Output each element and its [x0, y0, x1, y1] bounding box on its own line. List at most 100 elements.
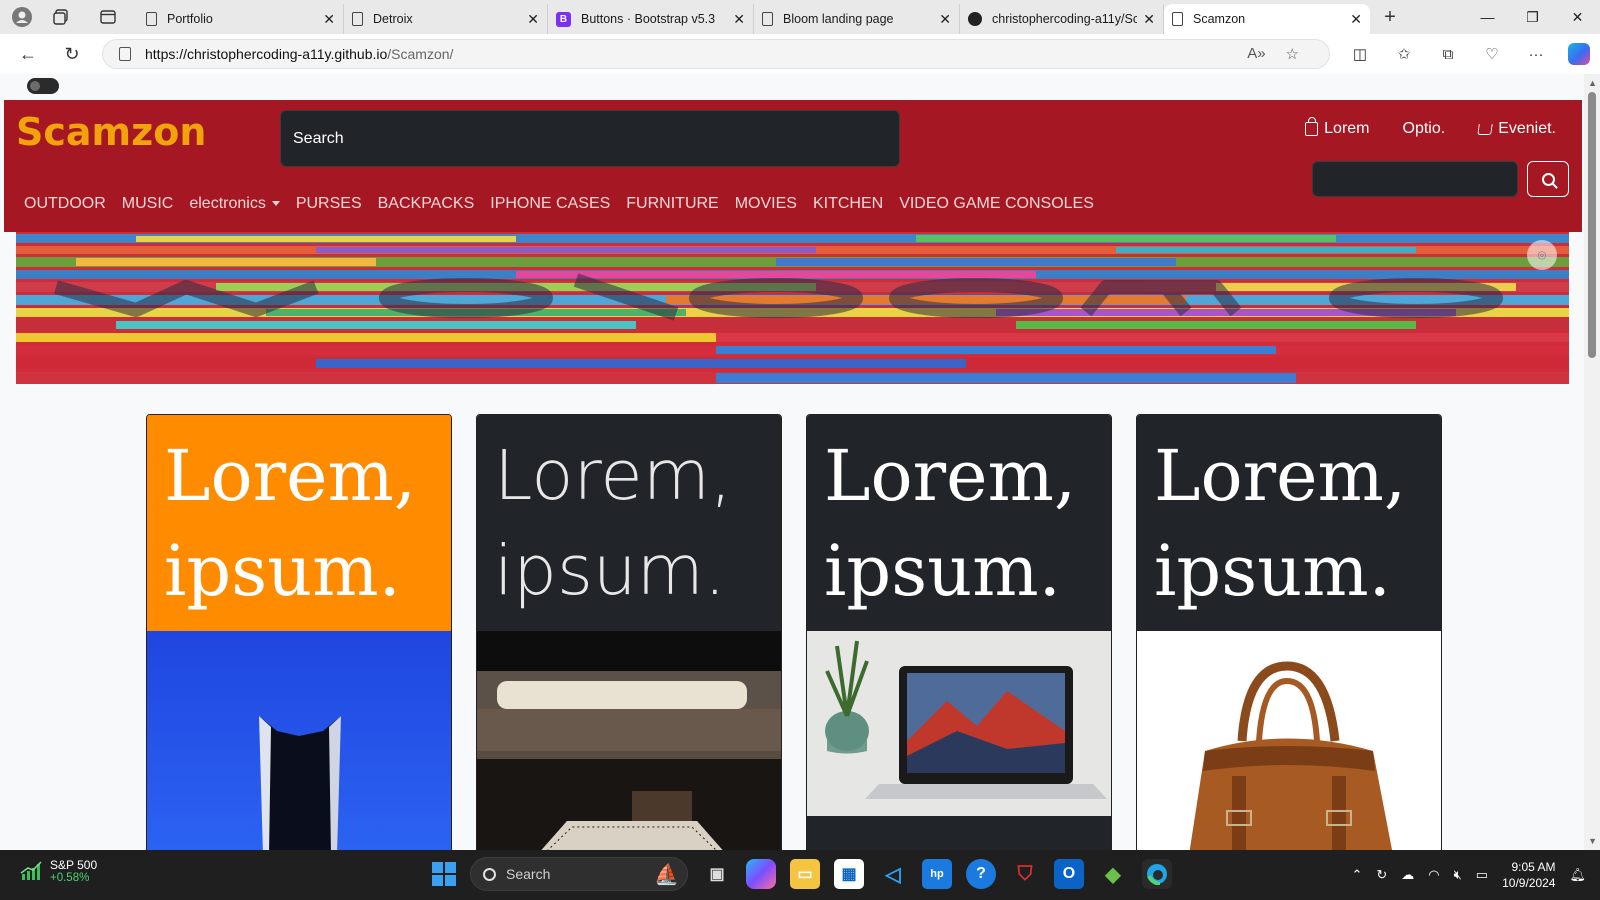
tab-actions-icon[interactable]: [78, 0, 138, 34]
site-logo[interactable]: Scamzon: [16, 110, 206, 154]
card-header: Lorem, ipsum.: [1137, 415, 1441, 631]
mcafee-icon[interactable]: ⛉: [1010, 859, 1040, 889]
volume-muted-icon[interactable]: 🔇︎: [1454, 867, 1462, 883]
task-view-icon[interactable]: ▣: [702, 859, 732, 889]
page-icon: [762, 12, 773, 26]
tab-github-repo[interactable]: christophercoding-a11y/Sca ✕: [960, 4, 1164, 34]
onedrive-icon[interactable]: ☁: [1401, 867, 1414, 883]
lock-icon[interactable]: [119, 47, 131, 61]
workspaces-icon[interactable]: [44, 0, 78, 34]
top-nav: Lorem Optio. Eveniet.: [1305, 117, 1556, 138]
bootstrap-icon: B: [556, 11, 571, 27]
category-kitchen[interactable]: KITCHEN: [813, 195, 883, 213]
product-card[interactable]: Lorem, ipsum.: [476, 414, 782, 850]
tab-title: Buttons · Bootstrap v5.3: [581, 12, 716, 26]
wifi-icon[interactable]: ◠: [1428, 867, 1439, 883]
tab-detroix[interactable]: Detroix ✕: [344, 4, 548, 34]
help-icon[interactable]: ?: [966, 859, 996, 889]
close-tab-icon[interactable]: ✕: [527, 11, 539, 28]
tab-scamzon[interactable]: Scamzon ✕: [1164, 4, 1370, 34]
scroll-down-icon[interactable]: ▼: [1588, 836, 1597, 846]
close-window-icon[interactable]: ✕: [1555, 0, 1600, 34]
close-tab-icon[interactable]: ✕: [323, 11, 335, 28]
scrollbar-thumb[interactable]: [1588, 92, 1596, 358]
favorite-star-icon[interactable]: ☆: [1286, 45, 1299, 63]
restore-icon[interactable]: ❐: [1510, 0, 1555, 34]
windows-taskbar: S&P 500 +0.58% Search ⛵ ▣ ▭ ▦ ◁ hp ? ⛉ O…: [0, 850, 1600, 900]
category-furniture[interactable]: FURNITURE: [626, 195, 718, 213]
microsoft-store-icon[interactable]: ▦: [834, 859, 864, 889]
nav-search-input[interactable]: [1312, 161, 1518, 197]
close-tab-icon[interactable]: ✕: [939, 11, 951, 28]
address-bar[interactable]: https://christophercoding-a11y.github.io…: [102, 39, 1330, 69]
tab-bootstrap-buttons[interactable]: B Buttons · Bootstrap v5.3 ✕: [548, 4, 754, 34]
back-icon[interactable]: ←: [6, 34, 50, 74]
card-title-line1: Lorem,: [824, 435, 1077, 517]
split-screen-icon[interactable]: ◫: [1348, 45, 1372, 63]
category-backpacks[interactable]: BACKPACKS: [378, 195, 475, 213]
edge-icon[interactable]: [1142, 859, 1172, 889]
tab-portfolio[interactable]: Portfolio ✕: [138, 4, 344, 34]
close-tab-icon[interactable]: ✕: [1143, 11, 1155, 28]
top-link-eveniet[interactable]: Eveniet.: [1477, 120, 1556, 138]
collections-icon[interactable]: ⧉: [1436, 46, 1460, 63]
search-button[interactable]: [1527, 161, 1569, 197]
welcome-banner-image: [16, 232, 1569, 384]
card-title-line1: Lorem,: [494, 436, 732, 516]
category-music[interactable]: MUSIC: [122, 195, 174, 213]
close-tab-icon[interactable]: ✕: [733, 11, 745, 28]
tab-bloom-landing[interactable]: Bloom landing page ✕: [754, 4, 960, 34]
category-electronics-dropdown[interactable]: electronics: [189, 195, 280, 213]
battery-icon[interactable]: ▭: [1476, 867, 1488, 883]
main-search-input[interactable]: Search: [280, 110, 900, 167]
browser-toolbar: ◫ ✩ ⧉ ♡ ···: [1348, 34, 1590, 74]
clock[interactable]: 9:05 AM 10/9/2024: [1502, 859, 1555, 891]
card-header: Lorem, ipsum.: [807, 415, 1111, 631]
close-tab-icon[interactable]: ✕: [1350, 11, 1362, 28]
refresh-icon[interactable]: ↻: [50, 34, 94, 74]
hp-app-icon[interactable]: hp: [922, 859, 952, 889]
favorites-icon[interactable]: ✩: [1392, 45, 1416, 63]
read-aloud-icon[interactable]: A»: [1247, 45, 1265, 63]
theme-toggle-switch[interactable]: [27, 78, 59, 94]
product-card[interactable]: Lorem, ipsum.: [1136, 414, 1442, 850]
category-purses[interactable]: PURSES: [296, 195, 362, 213]
more-options-icon[interactable]: ···: [1524, 46, 1548, 63]
product-card[interactable]: Lorem, ipsum.: [806, 414, 1112, 850]
category-outdoor[interactable]: OUTDOOR: [24, 195, 106, 213]
stock-widget[interactable]: S&P 500 +0.58%: [20, 858, 97, 884]
copilot-icon[interactable]: [1568, 43, 1590, 65]
category-nav: OUTDOOR MUSIC electronics PURSES BACKPAC…: [24, 195, 1094, 213]
clock-time: 9:05 AM: [1511, 860, 1556, 874]
scroll-up-icon[interactable]: ▲: [1588, 78, 1597, 88]
chevron-down-icon: [271, 201, 280, 207]
file-explorer-icon[interactable]: ▭: [790, 859, 820, 889]
category-video-game-consoles[interactable]: VIDEO GAME CONSOLES: [899, 195, 1094, 213]
visual-search-icon[interactable]: ⌾: [1527, 240, 1557, 270]
taskbar-search[interactable]: Search ⛵: [470, 857, 688, 891]
vscode-icon[interactable]: ◁: [878, 859, 908, 889]
windows-start-icon[interactable]: [432, 862, 456, 886]
notifications-icon[interactable]: 🔔︎: [1569, 867, 1586, 883]
top-link-optio[interactable]: Optio.: [1403, 120, 1446, 138]
card-header: Lorem, ipsum.: [147, 415, 451, 631]
category-movies[interactable]: MOVIES: [735, 195, 797, 213]
sync-icon[interactable]: ↻: [1376, 867, 1387, 883]
outlook-icon[interactable]: O: [1054, 859, 1084, 889]
browser-essentials-icon[interactable]: ♡: [1480, 45, 1504, 63]
category-iphone-cases[interactable]: IPHONE CASES: [490, 195, 610, 213]
new-tab-button[interactable]: +: [1370, 6, 1410, 29]
copilot-app-icon[interactable]: [746, 859, 776, 889]
product-card[interactable]: Lorem, ipsum.: [146, 414, 452, 850]
top-link-lorem[interactable]: Lorem: [1305, 117, 1370, 138]
page-icon: [146, 12, 157, 26]
search-highlight-icon: ⛵: [654, 864, 679, 886]
profile-icon[interactable]: [0, 0, 44, 34]
show-hidden-icons-icon[interactable]: ⌃: [1351, 867, 1362, 883]
git-app-icon[interactable]: ◆: [1098, 859, 1128, 889]
page-scrollbar[interactable]: ▲ ▼: [1584, 74, 1600, 850]
card-title-line1: Lorem,: [164, 435, 417, 517]
minimize-icon[interactable]: —: [1465, 0, 1510, 34]
clock-date: 10/9/2024: [1502, 876, 1556, 890]
card-header: Lorem, ipsum.: [477, 415, 781, 631]
